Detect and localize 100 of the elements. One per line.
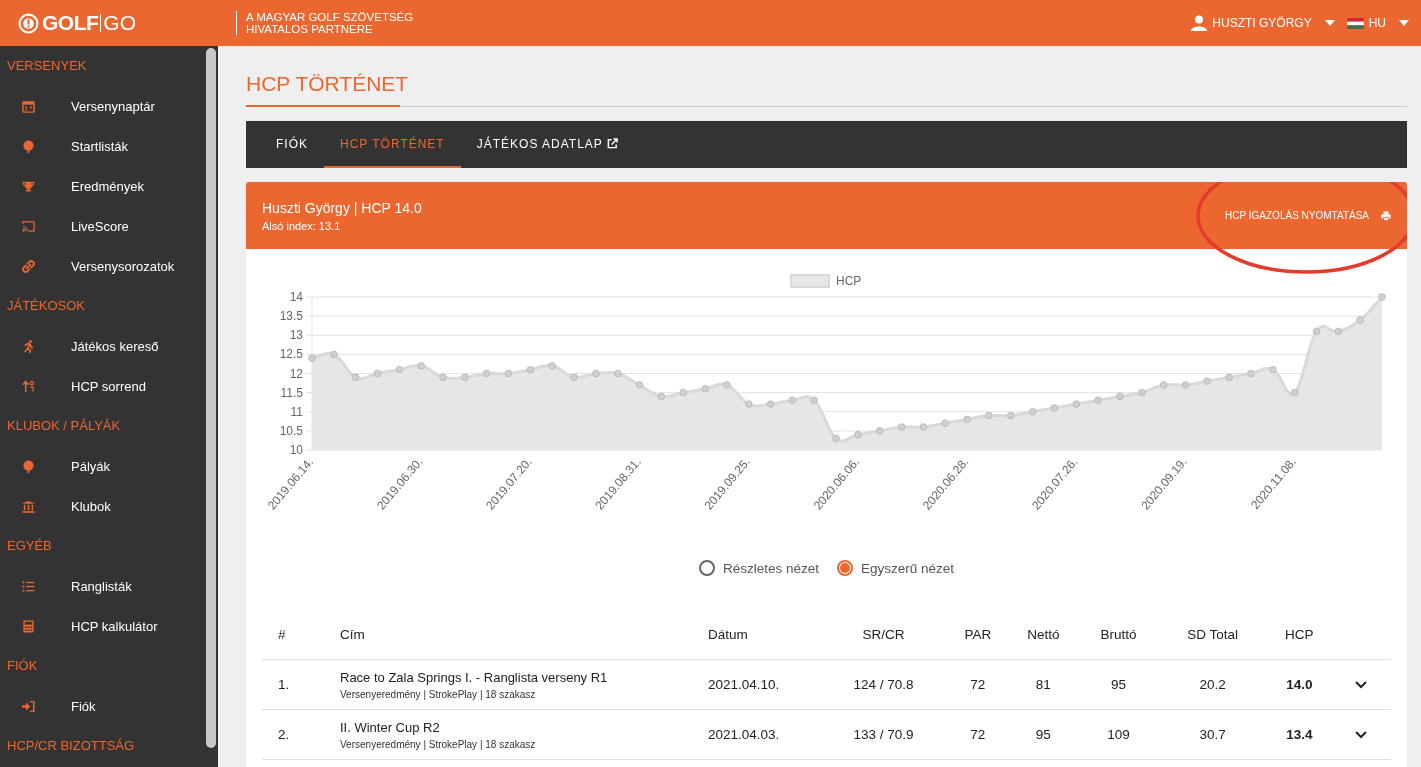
chevron-down-icon[interactable] (1355, 681, 1367, 689)
table-cell: 14.0 (1267, 659, 1331, 710)
golf-ball-icon (18, 12, 39, 34)
data-point[interactable] (766, 400, 775, 408)
data-point[interactable] (635, 381, 644, 389)
data-point[interactable] (1072, 400, 1081, 408)
data-point[interactable] (679, 388, 687, 397)
data-point[interactable] (985, 411, 993, 420)
data-point[interactable] (1116, 392, 1124, 401)
data-point[interactable] (1138, 388, 1146, 397)
data-point[interactable] (308, 354, 316, 362)
data-point[interactable] (1247, 369, 1255, 378)
data-point[interactable] (373, 369, 382, 378)
user-icon (1191, 15, 1208, 31)
sidebar-item[interactable]: Fiók (0, 686, 204, 726)
sidebar-item[interactable]: Versenynaptár (0, 86, 204, 126)
sidebar-item[interactable]: Versenysorozatok (0, 246, 204, 286)
data-point[interactable] (810, 396, 819, 405)
table-cell: 13.4 (1267, 709, 1331, 760)
data-point[interactable] (1269, 365, 1277, 374)
data-point[interactable] (1203, 377, 1212, 385)
data-point[interactable] (592, 369, 600, 378)
axis-label: 13 (289, 328, 303, 343)
data-point[interactable] (897, 423, 906, 431)
data-point[interactable] (1159, 381, 1168, 389)
data-point[interactable] (963, 415, 971, 424)
sidebar-item[interactable]: LiveScore (0, 206, 204, 246)
data-point[interactable] (461, 373, 469, 382)
tab[interactable]: FIÓK (260, 121, 324, 168)
radio-button[interactable] (837, 560, 853, 576)
data-point[interactable] (744, 400, 753, 408)
data-point[interactable] (854, 430, 862, 439)
data-point[interactable] (1334, 327, 1343, 336)
data-point[interactable] (439, 373, 447, 382)
data-point[interactable] (941, 419, 950, 428)
tab[interactable]: JÁTÉKOS ADATLAP (460, 121, 634, 168)
sidebar-item[interactable]: Eredmények (0, 166, 204, 206)
trophy-icon (21, 179, 35, 193)
data-point[interactable] (1356, 316, 1364, 324)
data-point[interactable] (482, 369, 491, 378)
radio-button[interactable] (698, 560, 715, 576)
data-point[interactable] (526, 365, 535, 374)
bank-icon (21, 499, 35, 513)
data-point[interactable] (832, 434, 840, 443)
caret-icon (1399, 20, 1409, 26)
axis-label: 12.5 (279, 347, 303, 362)
chevron-down-icon[interactable] (1355, 731, 1367, 739)
column-header: SD Total (1157, 609, 1268, 660)
data-point[interactable] (330, 350, 338, 359)
data-point[interactable] (701, 385, 709, 393)
scrollbar-thumb[interactable] (206, 48, 216, 748)
sidebar-item[interactable]: Ranglisták (0, 566, 204, 606)
sidebar-item[interactable]: Pályák (0, 446, 204, 486)
data-point[interactable] (1028, 407, 1037, 416)
data-point[interactable] (1181, 381, 1190, 389)
data-point[interactable] (548, 362, 556, 370)
axis-label: 12 (289, 366, 303, 381)
data-point[interactable] (1007, 411, 1015, 420)
data-point[interactable] (351, 373, 360, 382)
table-cell: 124 / 70.8 (819, 659, 948, 710)
legend-label: HCP (836, 274, 862, 288)
data-point[interactable] (1378, 293, 1386, 301)
sidebar-item[interactable]: Klubok (0, 486, 204, 526)
data-point[interactable] (723, 381, 731, 389)
data-point[interactable] (570, 373, 578, 382)
data-point[interactable] (657, 392, 666, 401)
axis-label: 11 (290, 404, 303, 419)
data-point[interactable] (417, 362, 425, 370)
table-cell: 1. (262, 659, 339, 710)
sidebar-item[interactable]: Játékos kereső (0, 326, 204, 366)
data-point[interactable] (875, 427, 884, 435)
table-cell: 30.7 (1157, 709, 1268, 760)
data-point[interactable] (1312, 327, 1321, 336)
golf-ball-icon (21, 139, 35, 153)
axis-label: 10 (289, 443, 303, 457)
table-cell: 2021.04.10. (707, 659, 819, 710)
column-header: PAR (947, 609, 1008, 660)
column-header: Nettó (1007, 609, 1079, 660)
golf-ball-icon (21, 459, 35, 473)
data-point[interactable] (504, 369, 513, 378)
data-point[interactable] (1225, 373, 1233, 382)
external-link-icon (606, 138, 618, 149)
data-point[interactable] (613, 369, 622, 378)
running-figure-icon (21, 339, 35, 353)
tab[interactable]: HCP TÖRTÉNET (324, 121, 461, 168)
view-option[interactable]: Egyszerű nézet (837, 560, 955, 576)
sidebar-item[interactable]: Startlisták (0, 126, 204, 166)
data-point[interactable] (919, 423, 928, 431)
axis-label: 10.5 (279, 423, 303, 438)
view-option[interactable]: Részletes nézet (698, 560, 819, 576)
sidebar-item[interactable]: HCP kalkulátor (0, 606, 204, 646)
column-header: Dátum (707, 609, 819, 660)
data-point[interactable] (1290, 388, 1299, 397)
section-heading: FIÓK (6, 657, 39, 675)
sidebar-item[interactable]: HCP sorrend (0, 366, 204, 406)
data-point[interactable] (395, 365, 404, 374)
data-point[interactable] (788, 396, 797, 405)
data-point[interactable] (1094, 396, 1102, 405)
data-point[interactable] (1050, 404, 1059, 412)
event-details: Versenyeredmény | StrokePlay | 18 szakasz (340, 738, 537, 750)
